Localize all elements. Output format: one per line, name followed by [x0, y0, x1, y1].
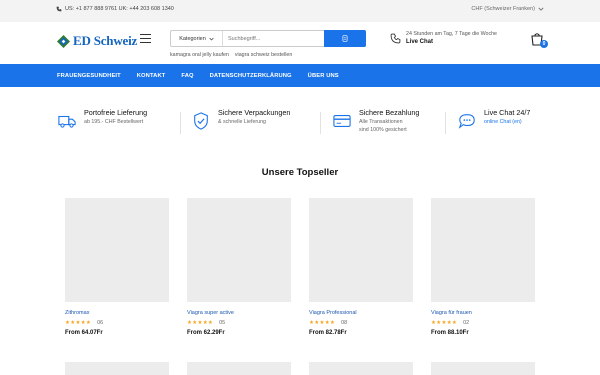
star-rating-icon: ★★★★★ [309, 320, 336, 326]
category-label: Kategorien [179, 35, 206, 42]
phone-numbers: US: +1 877 888 9761 UK: +44 203 608 1340 [65, 6, 174, 12]
product-image[interactable] [309, 362, 413, 375]
truck-icon [58, 115, 76, 128]
cart-count-badge: 0 [540, 40, 548, 48]
product-rating: ★★★★★ 02 [431, 320, 535, 326]
product-image[interactable] [187, 362, 291, 375]
search-suggestions: kamagra oral jelly kaufen viagra schweiz… [170, 52, 292, 58]
feature-shipping: Portofreie Lieferung ab 195.- CHF Bestel… [58, 108, 147, 130]
product-name[interactable]: Zithromax [65, 310, 169, 316]
product-image[interactable] [309, 198, 413, 302]
feature-title: Portofreie Lieferung [84, 108, 148, 117]
star-rating-icon: ★★★★★ [65, 320, 92, 326]
main-nav: FRAUENGESUNDHEIT KONTAKT FAQ DATENSCHUTZ… [0, 64, 600, 87]
logo-mark-icon [57, 34, 70, 48]
header-live-chat[interactable]: 24 Stunden am Tag, 7 Tage die Woche Live… [390, 30, 497, 46]
divider [445, 112, 446, 134]
product-image[interactable] [431, 198, 535, 302]
suggestion-link[interactable]: kamagra oral jelly kaufen [170, 52, 229, 58]
product-card[interactable]: Zithromax ★★★★★ 06 From 64.07Fr [65, 198, 169, 336]
menu-hamburger-icon[interactable] [140, 34, 151, 43]
top-bar: US: +1 877 888 9761 UK: +44 203 608 1340… [0, 0, 600, 22]
feature-title: Live Chat 24/7 [484, 108, 531, 117]
feature-subtitle: Alle Transaktionen [359, 119, 403, 125]
product-name[interactable]: Viagra Professional [309, 310, 413, 316]
logo-text: ED Schweiz [73, 33, 138, 48]
phone-icon [56, 6, 62, 12]
feature-live-chat: Live Chat 24/7 online Chat (en) [458, 108, 530, 130]
feature-title: Sichere Bezahlung [359, 108, 420, 117]
shield-check-icon [194, 112, 208, 130]
feature-subtitle: ab 195.- CHF Bestellwert [84, 119, 144, 125]
review-count: 06 [97, 320, 104, 326]
star-rating-icon: ★★★★★ [431, 320, 458, 326]
chevron-down-icon [209, 37, 214, 40]
chat-bubble-icon [458, 114, 475, 129]
review-count: 05 [219, 320, 226, 326]
star-rating-icon: ★★★★★ [187, 320, 214, 326]
product-price: From 82.78Fr [309, 330, 347, 336]
nav-item-ueber-uns[interactable]: ÜBER UNS [308, 73, 339, 79]
feature-packaging: Sichere Verpackungen & schnelle Lieferun… [192, 108, 290, 130]
product-rating: ★★★★★ 06 [65, 320, 169, 326]
product-name[interactable]: Viagra super active [187, 310, 291, 316]
cart-button[interactable]: 0 [530, 32, 548, 48]
product-image[interactable] [65, 198, 169, 302]
category-dropdown[interactable]: Kategorien [171, 31, 223, 46]
product-card[interactable]: Viagra für frauen ★★★★★ 02 From 88.10Fr [431, 198, 535, 336]
feature-subtitle-2: sind 100% gesichert [359, 127, 407, 133]
search-button[interactable] [324, 30, 366, 47]
product-image[interactable] [187, 198, 291, 302]
section-title: Unsere Topseller [261, 167, 339, 178]
product-image[interactable] [431, 362, 535, 375]
product-price: From 88.10Fr [431, 330, 469, 336]
feature-subtitle: & schnelle Lieferung [218, 119, 266, 125]
logo[interactable]: ED Schweiz [57, 33, 137, 49]
search-bar: Kategorien [170, 30, 366, 47]
currency-label: CHF (Schweizer Franken) [471, 6, 535, 12]
currency-selector[interactable]: CHF (Schweizer Franken) [471, 6, 544, 12]
nav-item-frauengesundheit[interactable]: FRAUENGESUNDHEIT [57, 73, 121, 79]
online-chat-link[interactable]: online Chat (en) [484, 118, 530, 126]
product-card[interactable]: Viagra super active ★★★★★ 05 From 62.29F… [187, 198, 291, 336]
phone-icon [390, 33, 401, 43]
product-price: From 64.07Fr [65, 330, 103, 336]
product-image[interactable] [65, 362, 169, 375]
nav-item-kontakt[interactable]: KONTAKT [137, 73, 166, 79]
site-header: ED Schweiz Kategorien kamagra oral jelly… [0, 22, 600, 64]
product-card[interactable]: Viagra Professional ★★★★★ 08 From 82.78F… [309, 198, 413, 336]
review-count: 08 [341, 320, 348, 326]
nav-item-datenschutz[interactable]: DATENSCHUTZERKLÄRUNG [210, 73, 292, 79]
review-count: 02 [463, 320, 470, 326]
nav-item-faq[interactable]: FAQ [181, 73, 193, 79]
chat-label: Live Chat [406, 39, 434, 45]
feature-strip: Portofreie Lieferung ab 195.- CHF Bestel… [0, 108, 600, 146]
chat-availability: 24 Stunden am Tag, 7 Tage die Woche [406, 31, 497, 37]
divider [180, 112, 181, 134]
feature-payment: Sichere Bezahlung Alle Transaktionen sin… [333, 108, 419, 134]
product-rating: ★★★★★ 08 [309, 320, 413, 326]
chevron-down-icon [538, 7, 544, 11]
product-price: From 62.29Fr [187, 330, 225, 336]
suggestion-link[interactable]: viagra schweiz bestellen [235, 52, 292, 58]
divider [320, 112, 321, 134]
feature-title: Sichere Verpackungen [218, 108, 291, 117]
product-rating: ★★★★★ 05 [187, 320, 291, 326]
credit-card-icon [333, 115, 351, 127]
product-name[interactable]: Viagra für frauen [431, 310, 535, 316]
phone-info[interactable]: US: +1 877 888 9761 UK: +44 203 608 1340 [56, 6, 174, 12]
search-input[interactable] [223, 31, 324, 46]
search-icon [342, 35, 348, 42]
